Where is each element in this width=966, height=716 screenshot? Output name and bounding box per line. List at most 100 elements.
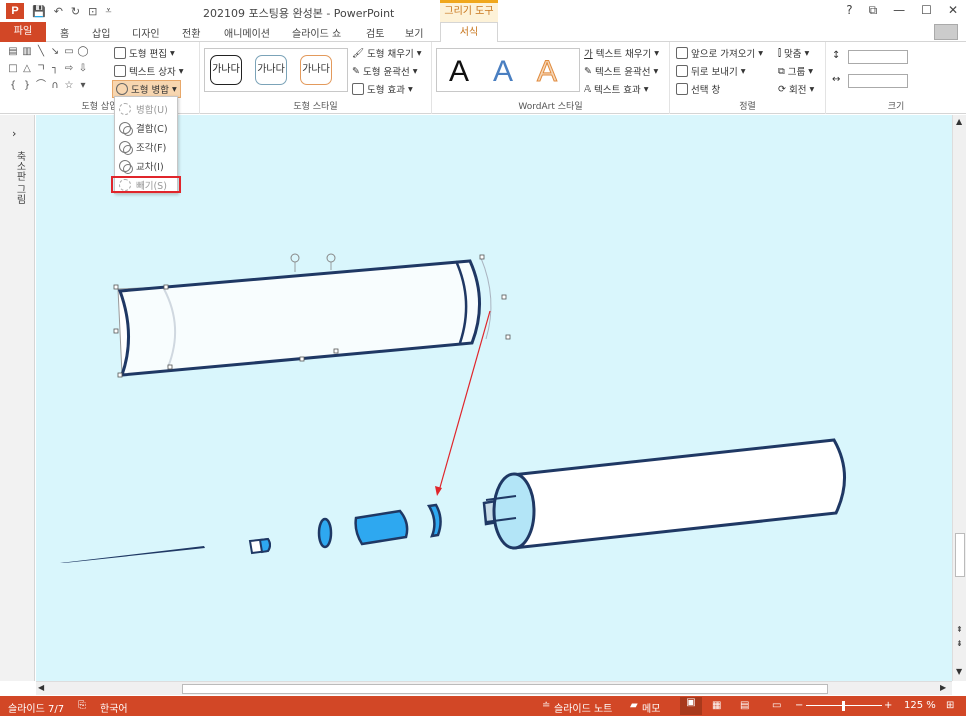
- tab-review[interactable]: 검토: [366, 25, 384, 40]
- horizontal-scroll-thumb[interactable]: [182, 684, 828, 694]
- group-button[interactable]: ⧉ 그룹 ▾: [778, 64, 813, 79]
- zoom-out-icon[interactable]: −: [795, 700, 803, 711]
- elbow2-shape-icon[interactable]: ┐: [48, 63, 62, 76]
- tab-animations[interactable]: 애니메이션: [224, 25, 270, 40]
- maximize-button[interactable]: ☐: [921, 3, 932, 18]
- spell-check-icon[interactable]: ⎘: [78, 700, 86, 711]
- shape-height-input[interactable]: [848, 50, 908, 64]
- notes-button[interactable]: 슬라이드 노트: [554, 700, 612, 715]
- shape-style-gallery[interactable]: 가나다 가나다 가나다: [204, 48, 348, 92]
- menu-item-intersect[interactable]: 교차(I): [115, 156, 177, 175]
- textbox-shape-icon[interactable]: ▤: [6, 46, 20, 59]
- selected-cylinder-shape[interactable]: [113, 253, 511, 378]
- curve-shape-icon[interactable]: ∩: [48, 80, 62, 93]
- vtextbox-shape-icon[interactable]: ▥: [20, 46, 34, 59]
- arc-shape-icon[interactable]: ⌒: [34, 76, 48, 91]
- slide-canvas[interactable]: [36, 115, 952, 681]
- minimize-button[interactable]: —: [893, 3, 905, 18]
- menu-item-combine[interactable]: 결합(C): [115, 118, 177, 137]
- vertical-scrollbar[interactable]: ▲ ⇞ ⇟ ▼: [952, 115, 966, 681]
- text-box-button[interactable]: 텍스트 상자 ▾: [114, 64, 184, 78]
- reading-view-icon[interactable]: ▤: [740, 700, 749, 711]
- slideshow-view-icon[interactable]: ▭: [772, 700, 781, 711]
- brace2-shape-icon[interactable]: }: [20, 80, 34, 93]
- vertical-scroll-thumb[interactable]: [955, 533, 965, 577]
- align-button[interactable]: ⫿ 맞춤 ▾: [778, 46, 809, 61]
- tab-view[interactable]: 보기: [405, 25, 423, 40]
- close-button[interactable]: ✕: [948, 3, 958, 18]
- slide-sorter-icon[interactable]: ▦: [712, 700, 721, 711]
- text-fill-button[interactable]: 가 텍스트 채우기 ▾: [584, 46, 659, 61]
- scroll-down-icon[interactable]: ▼: [956, 667, 962, 676]
- redo-icon[interactable]: ↻: [71, 5, 80, 18]
- brace-shape-icon[interactable]: {: [6, 80, 20, 93]
- save-icon[interactable]: 💾: [32, 5, 46, 18]
- shape-style-2[interactable]: 가나다: [255, 55, 287, 85]
- tab-slideshow[interactable]: 슬라이드 쇼: [292, 25, 341, 40]
- expand-pane-icon[interactable]: ›: [12, 127, 16, 140]
- star-shape-icon[interactable]: ☆: [62, 80, 76, 93]
- account-avatar[interactable]: [934, 24, 958, 40]
- send-backward-button[interactable]: 뒤로 보내기 ▾: [676, 64, 746, 78]
- customize-qat-icon[interactable]: ⩡: [105, 4, 111, 18]
- rect2-shape-icon[interactable]: □: [6, 63, 20, 76]
- scroll-left-icon[interactable]: ◀: [38, 683, 44, 692]
- down-arrow-shape-icon[interactable]: ⇩: [76, 63, 90, 76]
- right-arrow-shape-icon[interactable]: ⇨: [62, 63, 76, 76]
- triangle-shape-icon[interactable]: △: [20, 63, 34, 76]
- shapes-gallery[interactable]: ▤ ▥ ╲ ↘ ▭ ◯ □ △ ㄱ ┐ ⇨ ⇩ {} ⌒ ∩ ☆ ▾: [6, 46, 100, 92]
- more-shapes-icon[interactable]: ▾: [76, 80, 90, 93]
- thumbnail-pane-label[interactable]: 축소판 그림: [12, 151, 27, 204]
- comments-icon[interactable]: ▰: [630, 700, 638, 711]
- comments-button[interactable]: 메모: [642, 700, 660, 715]
- shape-width-input[interactable]: [848, 74, 908, 88]
- wordart-style-orange[interactable]: A: [536, 55, 557, 89]
- wordart-gallery[interactable]: A A A: [436, 48, 580, 92]
- tab-design[interactable]: 디자인: [132, 25, 160, 40]
- menu-item-union[interactable]: 병합(U): [115, 99, 177, 118]
- wordart-style-blue[interactable]: A: [493, 55, 513, 89]
- zoom-level[interactable]: 125 %: [904, 700, 936, 711]
- next-slide-icon[interactable]: ⇟: [956, 639, 963, 648]
- menu-item-intersect-label: 교차(I): [136, 161, 164, 173]
- oval-shape-icon[interactable]: ◯: [76, 46, 90, 59]
- text-fill-icon: 가: [584, 49, 593, 60]
- shape-fill-label: 도형 채우기: [367, 49, 414, 60]
- shape-fill-button[interactable]: 🖌 도형 채우기 ▾: [352, 46, 422, 61]
- shape-outline-button[interactable]: ✎ 도형 윤곽선 ▾: [352, 64, 417, 79]
- tab-insert[interactable]: 삽입: [92, 25, 110, 40]
- wordart-style-black[interactable]: A: [449, 55, 469, 89]
- tab-file[interactable]: 파일: [0, 22, 46, 42]
- fit-to-window-icon[interactable]: ⊞: [946, 700, 954, 711]
- tab-transitions[interactable]: 전환: [182, 25, 200, 40]
- text-effects-button[interactable]: 𝔸 텍스트 효과 ▾: [584, 82, 649, 97]
- tab-home[interactable]: 홈: [60, 25, 69, 40]
- edit-shape-button[interactable]: 도형 편집 ▾: [114, 46, 175, 60]
- bring-forward-button[interactable]: 앞으로 가져오기 ▾: [676, 46, 763, 60]
- arrow-line-shape-icon[interactable]: ↘: [48, 46, 62, 59]
- undo-icon[interactable]: ↶: [54, 5, 63, 18]
- text-outline-button[interactable]: ✎ 텍스트 윤곽선 ▾: [584, 64, 658, 79]
- help-button[interactable]: ?: [846, 3, 852, 18]
- start-slideshow-icon[interactable]: ⊡: [88, 5, 97, 18]
- selection-pane-button[interactable]: 선택 창: [676, 82, 720, 96]
- horizontal-scrollbar[interactable]: ◀ ▶: [36, 681, 952, 695]
- menu-item-fragment[interactable]: 조각(F): [115, 137, 177, 156]
- scroll-up-icon[interactable]: ▲: [956, 117, 962, 126]
- notes-icon[interactable]: ≐: [542, 700, 550, 711]
- prev-slide-icon[interactable]: ⇞: [956, 625, 963, 634]
- zoom-in-icon[interactable]: +: [884, 700, 892, 711]
- zoom-slider-thumb[interactable]: [842, 701, 845, 711]
- rotate-button[interactable]: ⟳ 회전 ▾: [778, 82, 814, 97]
- shape-style-1[interactable]: 가나다: [210, 55, 242, 85]
- scroll-right-icon[interactable]: ▶: [940, 683, 946, 692]
- normal-view-icon[interactable]: ▣: [680, 697, 702, 715]
- tab-format[interactable]: 서식: [440, 22, 498, 43]
- line-shape-icon[interactable]: ╲: [34, 46, 48, 59]
- ribbon-display-button[interactable]: ⧉: [869, 3, 878, 18]
- shape-effects-button[interactable]: 도형 효과 ▾: [352, 82, 413, 96]
- language-indicator[interactable]: 한국어: [100, 700, 128, 715]
- rectangle-shape-icon[interactable]: ▭: [62, 46, 76, 59]
- shape-style-3[interactable]: 가나다: [300, 55, 332, 85]
- elbow-shape-icon[interactable]: ㄱ: [34, 59, 48, 74]
